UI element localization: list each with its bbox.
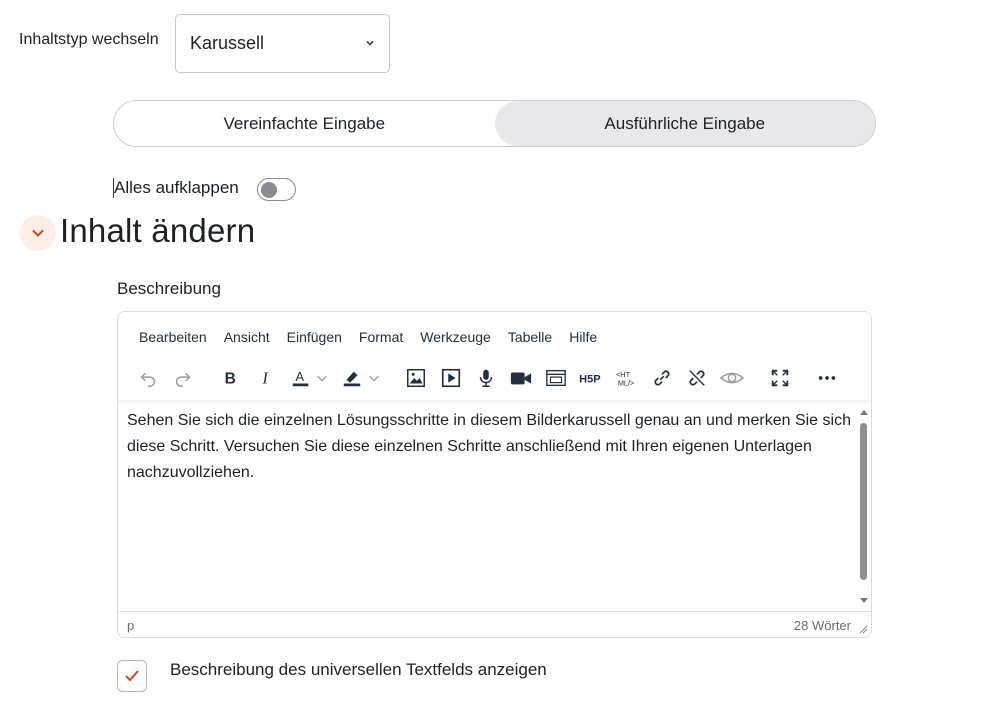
undo-icon[interactable]: [136, 366, 160, 390]
h5p-icon[interactable]: H5P: [578, 366, 606, 390]
menu-help[interactable]: Hilfe: [569, 329, 597, 345]
svg-text:H5P: H5P: [579, 374, 600, 386]
tab-simple-input[interactable]: Vereinfachte Eingabe: [114, 101, 495, 146]
menu-view[interactable]: Ansicht: [224, 329, 270, 345]
show-universal-label: Beschreibung des universellen Textfelds …: [170, 660, 547, 679]
toolbar-divider: [118, 400, 871, 404]
text-color-icon[interactable]: A: [289, 366, 313, 390]
content-type-value: Karussell: [190, 33, 265, 53]
chevron-down-icon[interactable]: [366, 366, 382, 390]
html-code-icon[interactable]: <HT ML/>: [613, 366, 641, 390]
menu-insert[interactable]: Einfügen: [287, 329, 342, 345]
link-icon[interactable]: [650, 366, 674, 390]
expand-all-label: Alles aufklappen: [113, 178, 239, 198]
editor-toolbar: B I A H5P <HT ML/>: [118, 356, 871, 402]
bold-icon[interactable]: B: [219, 366, 243, 390]
toggle-knob: [261, 181, 277, 198]
mode-switch: Vereinfachte Eingabe Ausführliche Eingab…: [113, 100, 876, 147]
scroll-down-arrow[interactable]: [860, 598, 868, 603]
menu-format[interactable]: Format: [359, 329, 403, 345]
content-type-select[interactable]: Karussell: [175, 14, 390, 73]
scroll-up-arrow[interactable]: [860, 410, 868, 415]
editor-statusbar: p 28 Wörter: [118, 611, 871, 637]
section-collapse-button[interactable]: [20, 215, 56, 251]
rich-text-editor: Bearbeiten Ansicht Einfügen Format Werkz…: [117, 311, 872, 638]
menu-edit[interactable]: Bearbeiten: [139, 329, 207, 345]
svg-text:A: A: [296, 369, 305, 384]
highlight-color-icon[interactable]: [340, 366, 364, 390]
embed-icon[interactable]: [544, 366, 568, 390]
redo-icon[interactable]: [171, 366, 195, 390]
menu-table[interactable]: Tabelle: [508, 329, 552, 345]
resize-handle-icon[interactable]: [859, 625, 868, 634]
fullscreen-icon[interactable]: [768, 366, 792, 390]
svg-text:ML/>: ML/>: [618, 378, 635, 387]
italic-icon[interactable]: I: [254, 366, 278, 390]
menu-tools[interactable]: Werkzeuge: [420, 329, 491, 345]
media-icon[interactable]: [439, 366, 463, 390]
image-icon[interactable]: [404, 366, 428, 390]
editor-scrollbar[interactable]: [857, 405, 870, 606]
more-icon[interactable]: [815, 366, 839, 390]
expand-all-toggle[interactable]: [257, 178, 296, 201]
video-camera-icon[interactable]: [509, 366, 533, 390]
tab-detailed-input[interactable]: Ausführliche Eingabe: [494, 101, 875, 146]
word-count[interactable]: 28 Wörter: [794, 618, 851, 633]
section-title: Inhalt ändern: [60, 212, 256, 249]
unlink-icon[interactable]: [685, 366, 709, 390]
editor-content[interactable]: Sehen Sie sich die einzelnen Lösungsschr…: [127, 408, 855, 486]
chevron-down-icon[interactable]: [314, 366, 330, 390]
content-type-label: Inhaltstyp wechseln: [19, 31, 159, 48]
element-path[interactable]: p: [127, 618, 134, 633]
checkmark-icon: [125, 670, 139, 682]
editor-menubar: Bearbeiten Ansicht Einfügen Format Werkz…: [139, 329, 614, 345]
show-universal-checkbox[interactable]: [117, 660, 147, 692]
description-label: Beschreibung: [117, 279, 221, 298]
svg-text:B: B: [225, 371, 236, 388]
microphone-icon[interactable]: [474, 366, 498, 390]
chevron-down-icon: [366, 40, 374, 46]
scroll-thumb[interactable]: [860, 423, 867, 580]
svg-text:I: I: [261, 369, 269, 388]
chevron-down-icon: [32, 229, 44, 237]
eye-icon[interactable]: [718, 366, 746, 390]
